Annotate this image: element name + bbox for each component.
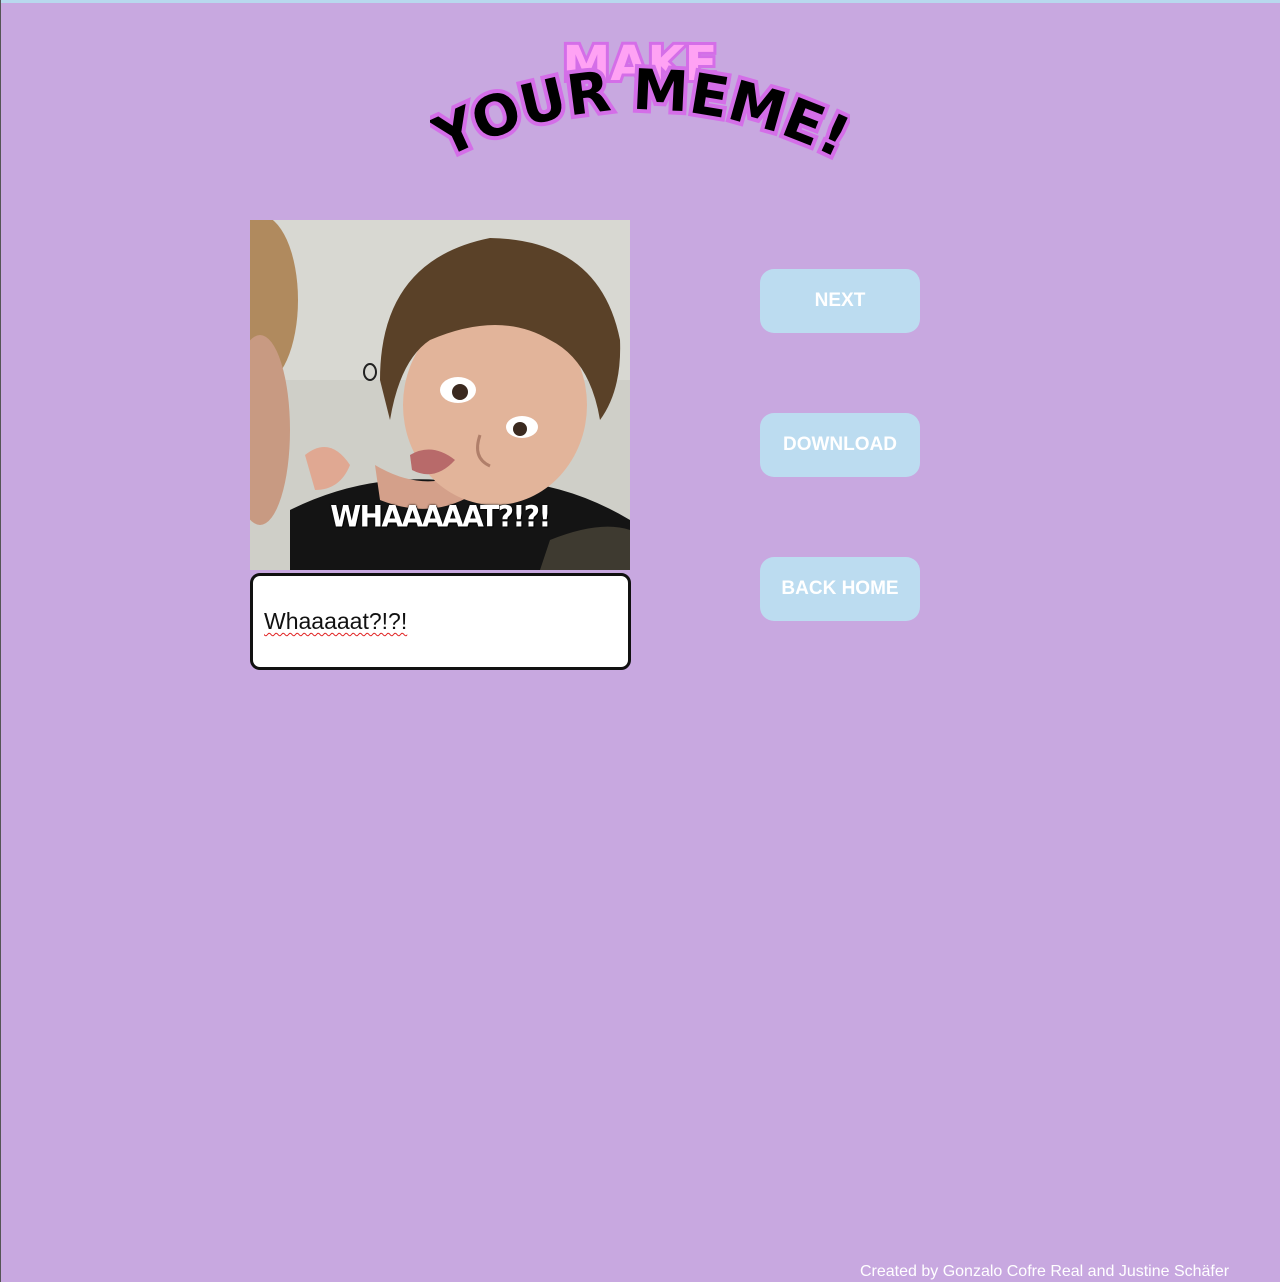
top-border [0,0,1280,3]
caption-input[interactable]: Whaaaaat?!?! [250,573,631,670]
make-your-meme-logo: MAKE YOUR MEME! [430,22,850,182]
download-button[interactable]: DOWNLOAD [760,413,920,477]
back-home-button[interactable]: BACK HOME [760,557,920,621]
next-button[interactable]: NEXT [760,269,920,333]
meme-caption-overlay: WHAAAAAT?!?! [330,499,551,534]
left-border [0,0,1,1282]
logo-line2: YOUR MEME! [430,58,850,171]
caption-input-value: Whaaaaat?!?! [264,608,408,634]
footer-credit: Created by Gonzalo Cofre Real and Justin… [860,1263,1230,1280]
meme-image: WHAAAAAT?!?! [250,220,630,570]
